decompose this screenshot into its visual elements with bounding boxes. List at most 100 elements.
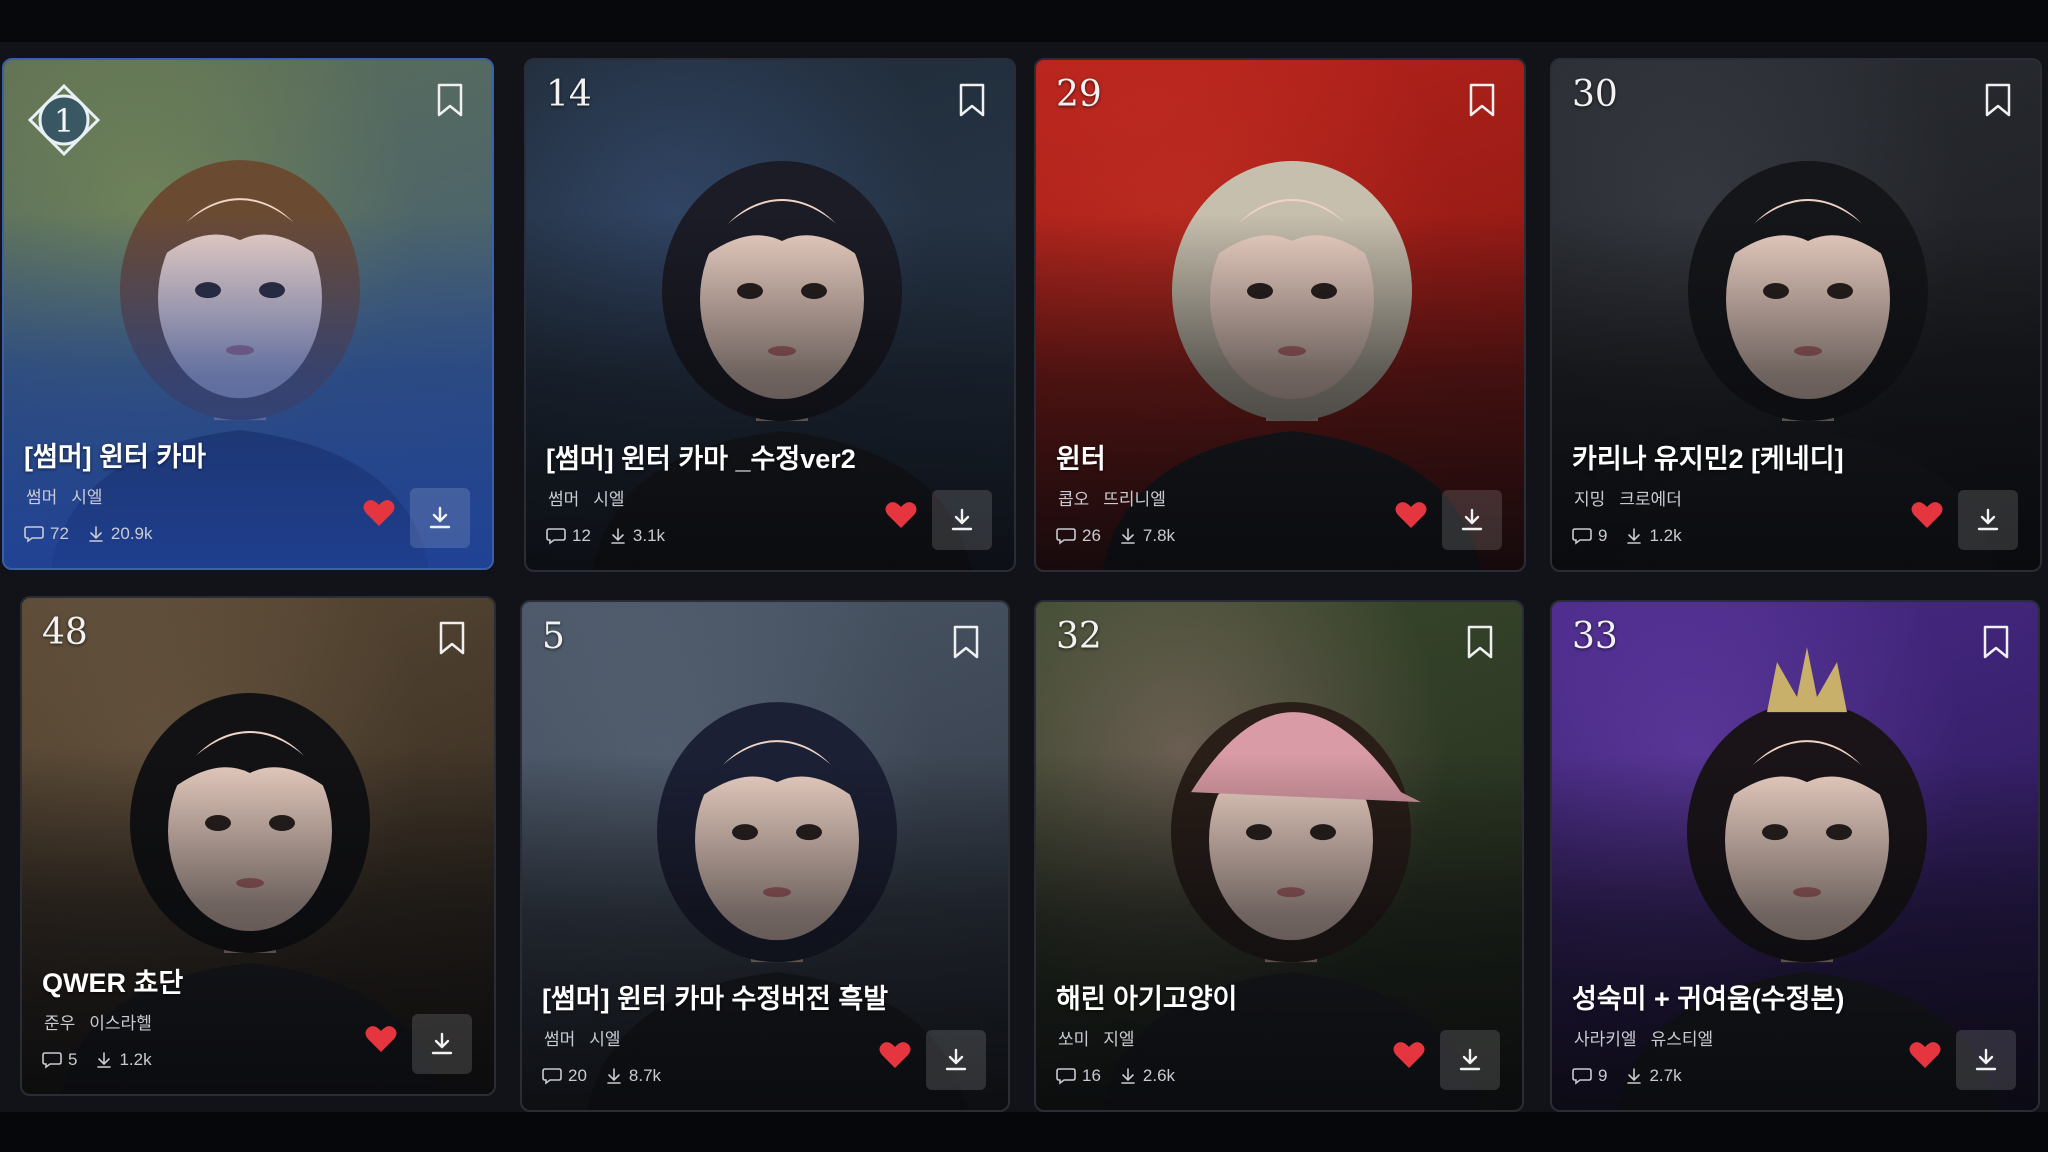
preset-title[interactable]: 해린 아기고양이 bbox=[1056, 977, 1237, 1016]
preset-card[interactable]: 32 해린 아기고양이쏘미 지엘 16 2.6k bbox=[1034, 600, 1524, 1112]
preset-authors: 썸머 시엘 bbox=[544, 1025, 621, 1050]
download-button[interactable] bbox=[932, 490, 992, 550]
rank-number: 30 bbox=[1572, 74, 1618, 115]
heart-icon[interactable] bbox=[878, 1040, 912, 1070]
download-icon bbox=[431, 1032, 453, 1055]
rank-number: 1 bbox=[54, 102, 74, 140]
author-name: 썸머 bbox=[26, 488, 58, 507]
download-count: 3.1k bbox=[632, 526, 666, 545]
download-icon bbox=[1461, 508, 1483, 531]
preset-card[interactable]: 48 QWER 쵸단 준우 이스라헬 5 1.2k bbox=[20, 596, 496, 1096]
download-button[interactable] bbox=[410, 488, 470, 548]
download-button[interactable] bbox=[1442, 490, 1502, 550]
preset-card[interactable]: 29 윈터 콥오 뜨리니엘 26 7.8k bbox=[1034, 58, 1526, 572]
heart-icon[interactable] bbox=[1910, 500, 1944, 530]
rank-badge-icon: 1 bbox=[27, 83, 101, 157]
bookmark-icon[interactable] bbox=[436, 82, 464, 118]
download-button[interactable] bbox=[1956, 1030, 2016, 1090]
rank-number: 33 bbox=[1572, 616, 1618, 657]
preset-title[interactable]: [썸머] 윈터 카마 수정버전 흑발 bbox=[542, 977, 888, 1016]
comment-icon bbox=[1056, 1068, 1076, 1085]
bookmark-icon[interactable] bbox=[438, 620, 466, 656]
download-count-icon bbox=[89, 526, 103, 542]
download-count-icon bbox=[97, 1052, 112, 1068]
download-icon bbox=[951, 508, 973, 531]
preset-card[interactable]: 30 카리나 유지민2 [케네디] 지밍 크로에더 9 1.2k bbox=[1550, 58, 2042, 572]
comment-icon bbox=[1056, 528, 1076, 545]
preset-card[interactable]: 1 [썸머] 윈터 카마썸머 시엘 72 20.9k bbox=[2, 58, 494, 570]
download-count-icon bbox=[1627, 528, 1642, 544]
comment-count: 12 bbox=[572, 526, 591, 545]
preset-stats: 16 2.6k bbox=[1056, 1066, 1175, 1086]
download-count: 1.2k bbox=[119, 1050, 152, 1069]
heart-icon[interactable] bbox=[1394, 500, 1428, 530]
preset-title[interactable]: [썸머] 윈터 카마 bbox=[24, 435, 206, 474]
preset-stats: 5 1.2k bbox=[42, 1050, 152, 1070]
heart-icon[interactable] bbox=[364, 1024, 398, 1054]
author-name: 이스라헬 bbox=[89, 1014, 152, 1033]
download-button[interactable] bbox=[412, 1014, 472, 1074]
preset-authors: 썸머 시엘 bbox=[548, 485, 625, 510]
download-count: 8.7k bbox=[628, 1066, 662, 1085]
author-name: 시엘 bbox=[593, 490, 625, 509]
comment-count: 20 bbox=[568, 1066, 587, 1085]
preset-card[interactable]: 33 성숙미 + 귀여움(수정본) 사라키엘 유스티엘 9 2.7k bbox=[1550, 600, 2040, 1112]
author-name: 유스티엘 bbox=[1650, 1030, 1714, 1049]
comment-icon bbox=[546, 528, 566, 545]
preset-authors: 지밍 크로에더 bbox=[1574, 485, 1682, 510]
preset-authors: 준우 이스라헬 bbox=[44, 1009, 152, 1034]
preset-title[interactable]: 성숙미 + 귀여움(수정본) bbox=[1572, 977, 1844, 1016]
preset-authors: 쏘미 지엘 bbox=[1058, 1025, 1135, 1050]
download-icon bbox=[945, 1048, 967, 1071]
top-bar bbox=[0, 0, 2048, 42]
preset-stats: 20 8.7k bbox=[542, 1066, 661, 1086]
author-name: 콥오 bbox=[1058, 490, 1090, 509]
preset-title[interactable]: 윈터 bbox=[1056, 437, 1106, 476]
bookmark-icon[interactable] bbox=[958, 82, 986, 118]
preset-title[interactable]: [썸머] 윈터 카마 _수정ver2 bbox=[546, 437, 856, 476]
download-count-icon bbox=[1121, 528, 1135, 544]
comment-count: 16 bbox=[1082, 1066, 1101, 1085]
heart-icon[interactable] bbox=[1908, 1040, 1942, 1070]
bookmark-icon[interactable] bbox=[1466, 624, 1494, 660]
preset-title[interactable]: QWER 쵸단 bbox=[42, 961, 183, 1000]
download-icon bbox=[429, 506, 451, 529]
rank-number: 32 bbox=[1056, 616, 1102, 657]
author-name: 준우 bbox=[44, 1014, 76, 1033]
preset-card[interactable]: 14 [썸머] 윈터 카마 _수정ver2 썸머 시엘 12 3.1k bbox=[524, 58, 1016, 572]
download-button[interactable] bbox=[926, 1030, 986, 1090]
preset-authors: 사라키엘 유스티엘 bbox=[1574, 1025, 1713, 1050]
author-name: 사라키엘 bbox=[1574, 1030, 1637, 1049]
download-count: 20.9k bbox=[110, 524, 153, 543]
heart-icon[interactable] bbox=[362, 498, 396, 528]
bookmark-icon[interactable] bbox=[1468, 82, 1496, 118]
download-button[interactable] bbox=[1958, 490, 2018, 550]
heart-icon[interactable] bbox=[884, 500, 918, 530]
bottom-bar bbox=[0, 1112, 2048, 1152]
download-button[interactable] bbox=[1440, 1030, 1500, 1090]
preset-stats: 9 2.7k bbox=[1572, 1066, 1682, 1086]
comment-icon bbox=[24, 526, 44, 543]
bookmark-icon[interactable] bbox=[1984, 82, 2012, 118]
author-name: 썸머 bbox=[544, 1030, 576, 1049]
download-count-icon bbox=[611, 528, 625, 544]
download-count-icon bbox=[607, 1068, 621, 1084]
comment-icon bbox=[542, 1068, 562, 1085]
bookmark-icon[interactable] bbox=[952, 624, 980, 660]
download-icon bbox=[1977, 508, 1999, 531]
download-count: 1.2k bbox=[1649, 526, 1682, 545]
preset-authors: 썸머 시엘 bbox=[26, 483, 103, 508]
preset-title[interactable]: 카리나 유지민2 [케네디] bbox=[1572, 437, 1844, 476]
preset-stats: 12 3.1k bbox=[546, 526, 665, 546]
comment-count: 5 bbox=[68, 1050, 78, 1069]
comment-count: 72 bbox=[50, 524, 69, 543]
preset-card[interactable]: 5 [썸머] 윈터 카마 수정버전 흑발 썸머 시엘 20 8.7k bbox=[520, 600, 1010, 1112]
bookmark-icon[interactable] bbox=[1982, 624, 2010, 660]
preset-authors: 콥오 뜨리니엘 bbox=[1058, 485, 1166, 510]
author-name: 쏘미 bbox=[1058, 1030, 1090, 1049]
comment-icon bbox=[1572, 528, 1592, 545]
author-name: 시엘 bbox=[589, 1030, 621, 1049]
heart-icon[interactable] bbox=[1392, 1040, 1426, 1070]
rank-number: 5 bbox=[542, 616, 565, 657]
preset-stats: 26 7.8k bbox=[1056, 526, 1175, 546]
